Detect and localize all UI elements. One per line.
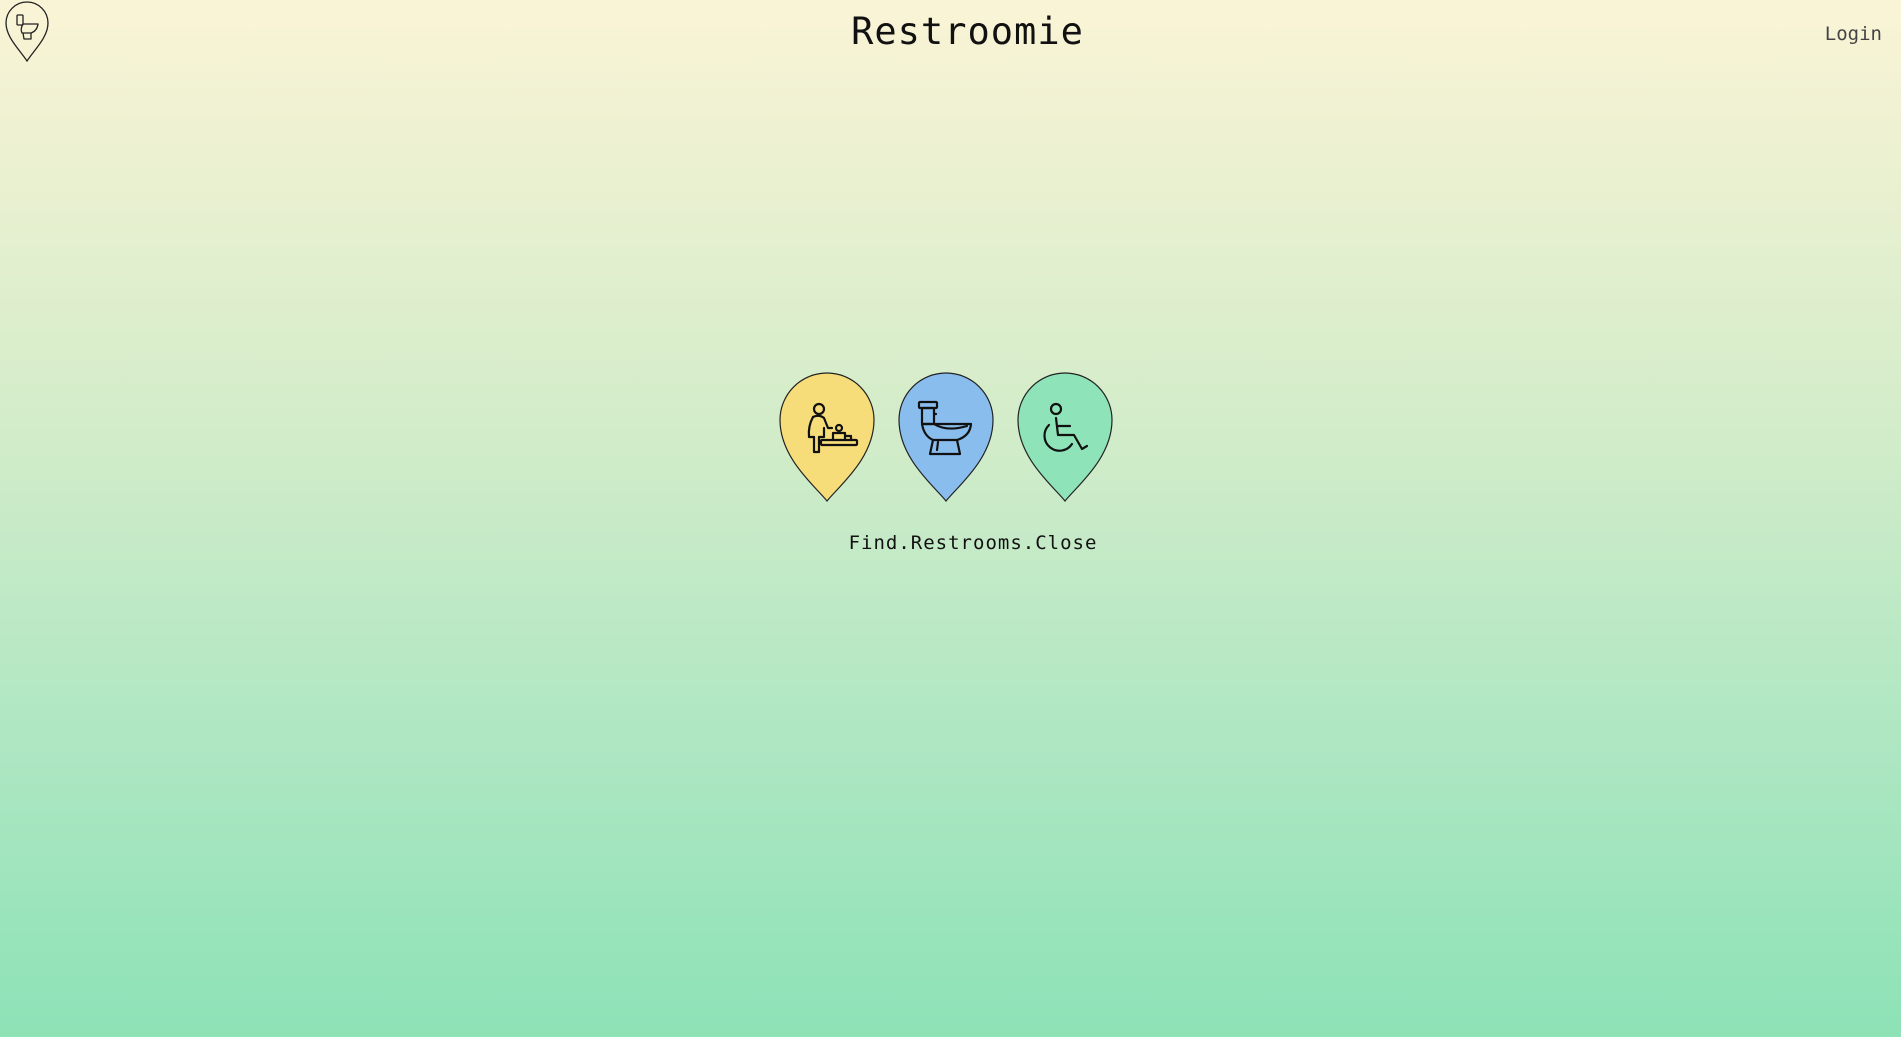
toilet-pin-button[interactable] bbox=[897, 370, 995, 504]
wheelchair-pin-button[interactable] bbox=[1016, 370, 1114, 504]
baby-changing-pin-button[interactable] bbox=[778, 370, 876, 504]
app-title: Restroomie bbox=[851, 10, 1084, 53]
login-link[interactable]: Login bbox=[1825, 23, 1882, 45]
category-pins bbox=[778, 370, 1118, 505]
tagline: Find.Restrooms.Close bbox=[848, 532, 1098, 554]
